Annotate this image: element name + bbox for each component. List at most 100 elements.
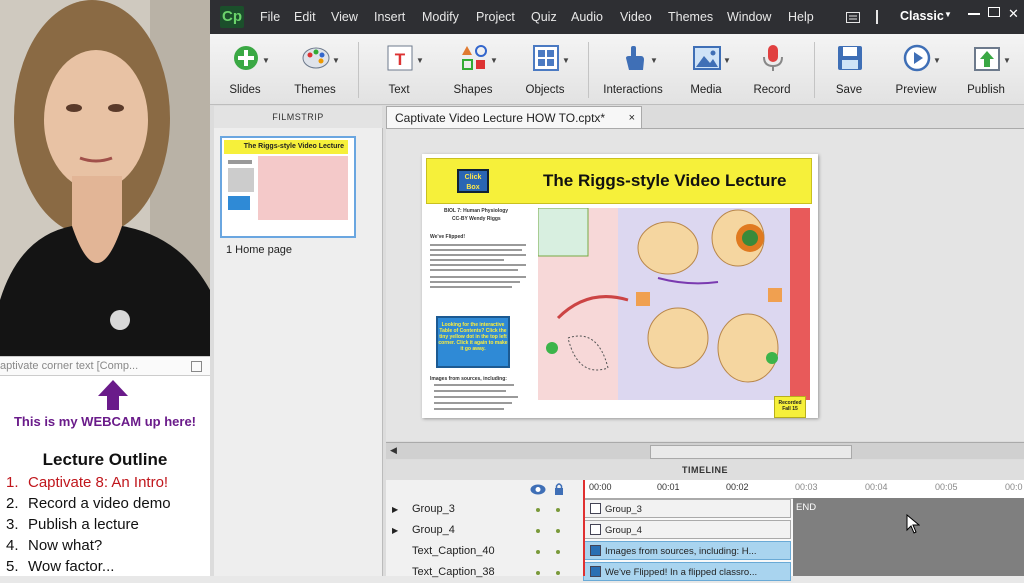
scrollbar-thumb[interactable]	[650, 445, 852, 459]
stage-scrollbar[interactable]: ◀	[386, 442, 1024, 459]
restore-icon[interactable]	[988, 7, 1000, 17]
save-button[interactable]: Save	[814, 34, 884, 104]
lock-dot[interactable]	[556, 571, 560, 575]
group-icon	[590, 524, 601, 535]
record-button[interactable]: Record	[737, 34, 807, 104]
scroll-left-icon[interactable]: ◀	[390, 445, 397, 456]
maximize-icon[interactable]	[191, 361, 202, 372]
timeline-track[interactable]: Images from sources, including: H...	[583, 541, 791, 560]
thumbnail-text-block	[228, 160, 252, 164]
timeline-track[interactable]: We've Flipped! In a flipped classro...	[583, 562, 791, 581]
outline-item: 4. Now what?	[6, 537, 103, 554]
close-icon[interactable]: ✕	[1008, 6, 1019, 22]
webcam-video	[0, 0, 210, 356]
timeline-track[interactable]: Group_4	[583, 520, 791, 539]
outline-item: 2. Record a video demo	[6, 495, 171, 512]
lock-dot[interactable]	[556, 529, 560, 533]
menu-insert[interactable]: Insert	[374, 10, 405, 24]
timeline-ruler[interactable]: 00:00 00:01 00:02 00:03 00:04 00:05 00:0	[583, 480, 1024, 499]
chevron-down-icon: ▼	[562, 56, 570, 65]
document-tab[interactable]: Captivate Video Lecture HOW TO.cptx* ×	[386, 106, 642, 128]
publish-icon	[974, 47, 1000, 71]
thumbnail-diagram	[258, 156, 348, 220]
interactions-button[interactable]: ▼ Interactions	[598, 34, 668, 104]
timeline-layer-row[interactable]: Text_Caption_40	[386, 541, 583, 562]
menu-modify[interactable]: Modify	[422, 10, 459, 24]
workspace-switcher[interactable]: Classic	[900, 9, 944, 23]
eye-icon[interactable]	[530, 484, 546, 495]
time-tick: 00:01	[657, 482, 680, 492]
save-icon	[838, 46, 862, 70]
media-label: Media	[690, 84, 722, 96]
text-label: Text	[388, 84, 410, 96]
menu-project[interactable]: Project	[476, 10, 515, 24]
layer-name: Text_Caption_38	[412, 566, 495, 578]
expand-icon[interactable]: ▶	[392, 520, 398, 541]
microphone-icon	[763, 45, 783, 71]
slide-title: The Riggs-style Video Lecture	[543, 171, 787, 190]
timeline-layer-row[interactable]: ▶ Group_3	[386, 499, 583, 520]
timeline-layers: ▶ Group_3 ▶ Group_4 Text_Caption_40 Text…	[386, 480, 584, 578]
slides-label: Slides	[229, 84, 261, 96]
paragraph-lines	[430, 244, 526, 288]
end-marker: END	[796, 502, 817, 513]
visibility-dot[interactable]	[536, 550, 540, 554]
time-tick: 00:02	[726, 482, 749, 492]
lock-icon[interactable]	[554, 483, 564, 495]
close-tab-icon[interactable]: ×	[629, 107, 635, 129]
play-icon	[903, 44, 931, 72]
lock-dot[interactable]	[556, 508, 560, 512]
timeline-track[interactable]: Group_3	[583, 499, 791, 518]
timeline-layer-row[interactable]: ▶ Group_4	[386, 520, 583, 541]
slide-thumbnail[interactable]: The Riggs-style Video Lecture	[220, 136, 356, 238]
minimize-icon[interactable]	[968, 13, 980, 15]
menu-quiz[interactable]: Quiz	[531, 10, 557, 24]
themes-button[interactable]: ▼ Themes	[280, 34, 350, 104]
slides-button[interactable]: ▼ Slides	[210, 34, 280, 104]
lock-dot[interactable]	[556, 550, 560, 554]
visibility-dot[interactable]	[536, 508, 540, 512]
menu-file[interactable]: File	[260, 10, 280, 24]
menu-view[interactable]: View	[331, 10, 358, 24]
media-button[interactable]: ▼ Media	[671, 34, 741, 104]
objects-button[interactable]: ▼ Objects	[510, 34, 580, 104]
expand-icon[interactable]: ▶	[392, 499, 398, 520]
shapes-button[interactable]: ▼ Shapes	[438, 34, 508, 104]
interactions-label: Interactions	[603, 84, 663, 96]
hand-pointer-icon	[626, 46, 644, 70]
sources-lines	[434, 384, 518, 410]
menu-themes[interactable]: Themes	[668, 10, 713, 24]
click-box[interactable]: Click Box	[457, 169, 489, 193]
presenter-image	[0, 0, 210, 356]
time-tick: 00:00	[589, 482, 612, 492]
publish-button[interactable]: ▼ Publish	[951, 34, 1021, 104]
thumbnail-text-block	[228, 168, 254, 192]
outline-item: 1. Captivate 8: An Intro!	[6, 474, 169, 491]
menu-help[interactable]: Help	[788, 10, 814, 24]
visibility-dot[interactable]	[536, 529, 540, 533]
webcam-note: This is my WEBCAM up here!	[13, 414, 197, 429]
menu-audio[interactable]: Audio	[571, 10, 603, 24]
time-tick: 00:03	[795, 482, 818, 492]
slide-canvas[interactable]: Click Box The Riggs-style Video Lecture …	[422, 154, 818, 418]
chevron-down-icon: ▼	[262, 56, 270, 65]
toolbar-separator	[588, 42, 589, 98]
text-button[interactable]: T ▼ Text	[364, 34, 434, 104]
menu-bar: Cp File Edit View Insert Modify Project …	[210, 0, 1024, 34]
slide-label: 1 Home page	[226, 244, 293, 256]
chevron-down-icon[interactable]: ▼	[944, 10, 952, 19]
themes-label: Themes	[294, 84, 336, 96]
menu-edit[interactable]: Edit	[294, 10, 316, 24]
preview-button[interactable]: ▼ Preview	[881, 34, 951, 104]
objects-label: Objects	[525, 84, 565, 96]
timeline-layer-row[interactable]: Text_Caption_38	[386, 562, 583, 583]
layer-name: Group_3	[412, 503, 455, 515]
visibility-dot[interactable]	[536, 571, 540, 575]
thumbnail-blue-box	[228, 196, 250, 210]
menu-video[interactable]: Video	[620, 10, 652, 24]
group-icon	[590, 503, 601, 514]
timeline-end-zone	[793, 498, 1024, 576]
playhead[interactable]	[583, 480, 585, 576]
preferences-icon[interactable]	[846, 12, 860, 23]
menu-window[interactable]: Window	[727, 10, 771, 24]
